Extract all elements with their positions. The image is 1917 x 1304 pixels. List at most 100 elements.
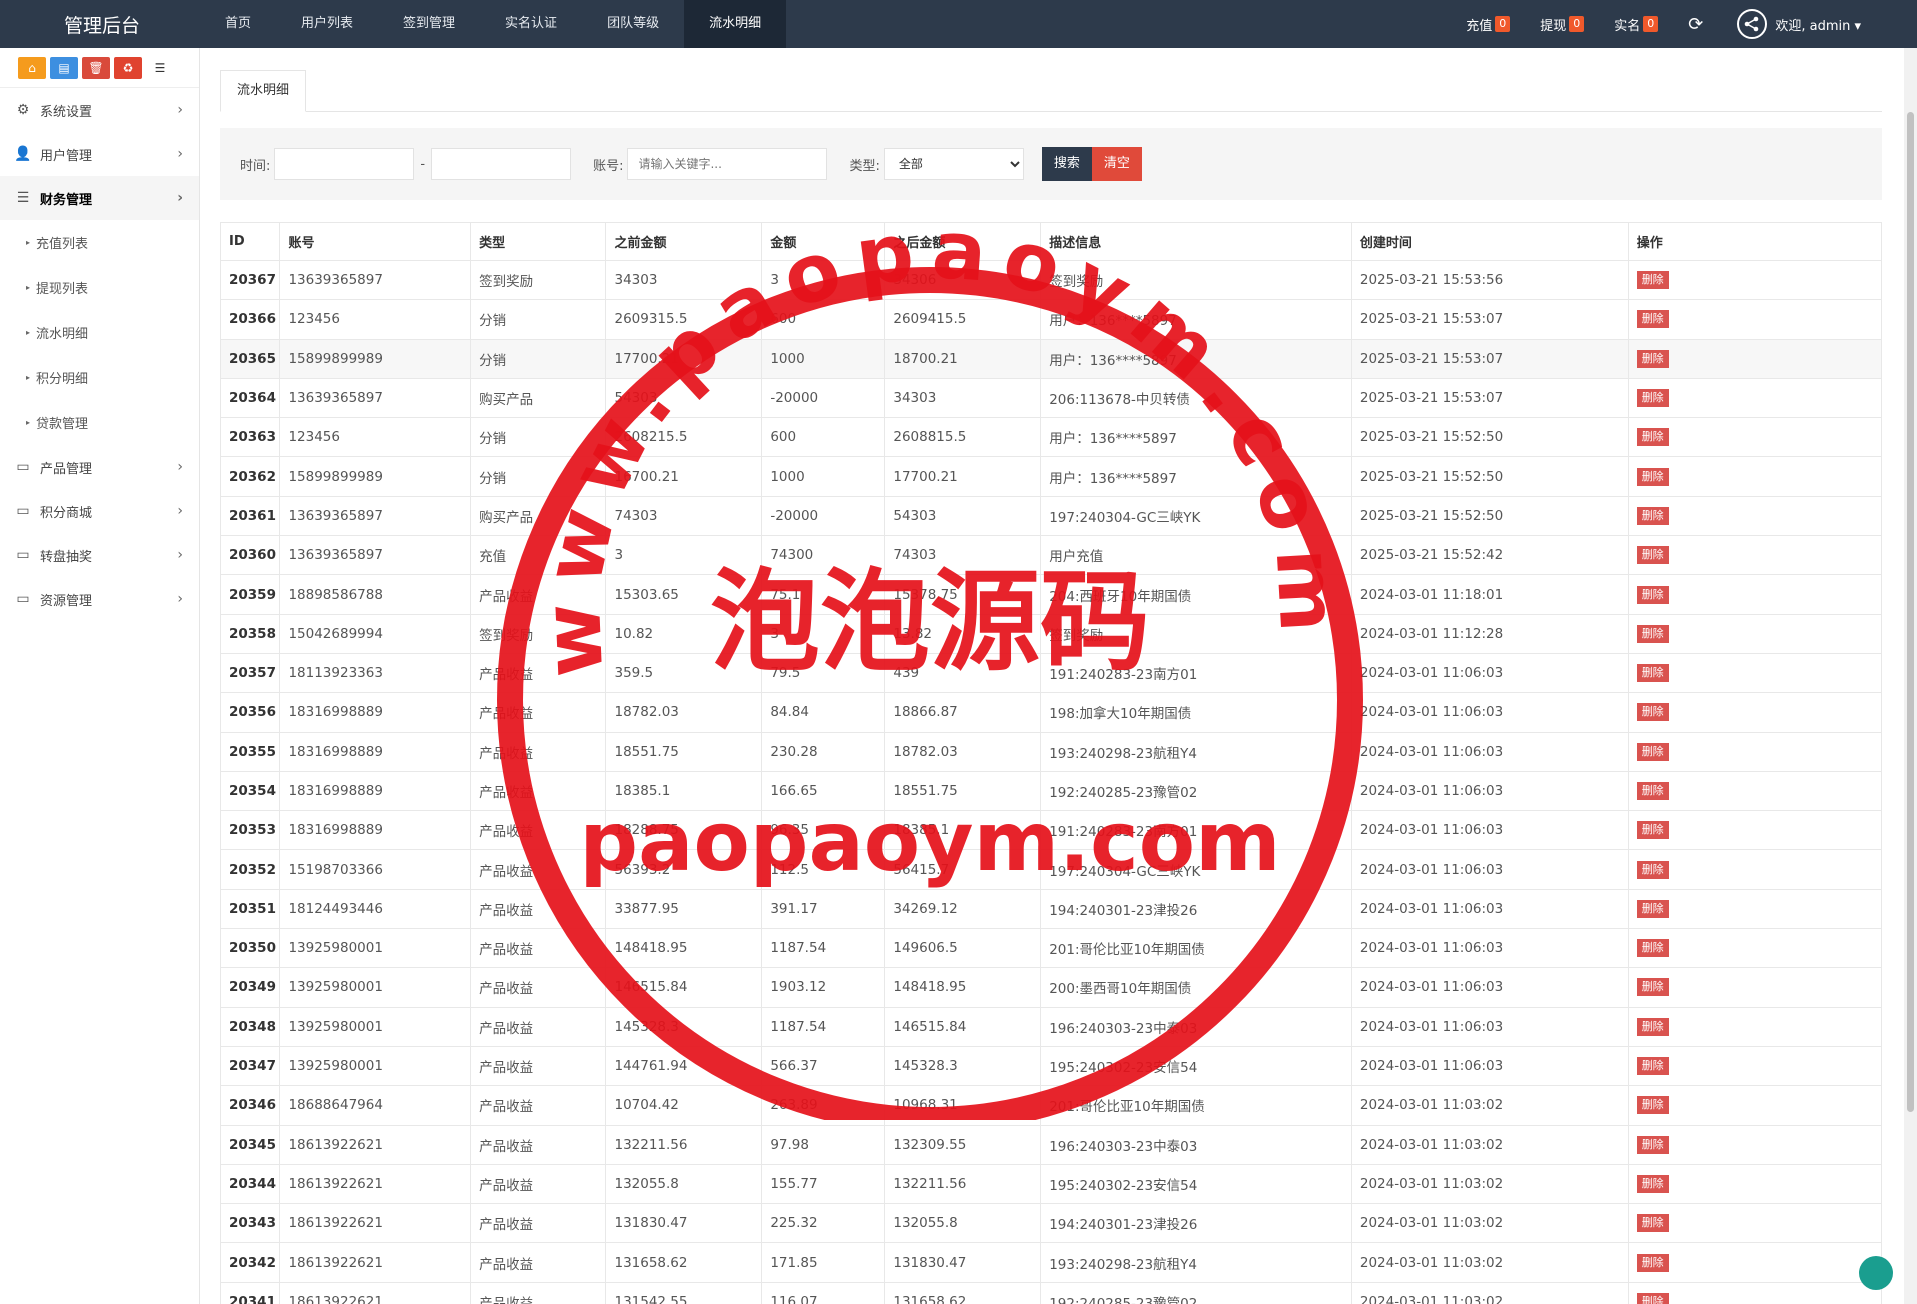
nav-item[interactable]: 流水明细 — [684, 0, 787, 48]
sidebar-subitem[interactable]: ▸ 贷款管理 — [0, 400, 199, 445]
sidebar-item[interactable]: ▭ 积分商城 › — [0, 489, 199, 533]
column-header: 创建时间 — [1350, 222, 1629, 261]
chevron-right-icon: › — [177, 459, 183, 475]
sidebar-subitem[interactable]: ▸ 流水明细 — [0, 310, 199, 355]
sidebar-subitem[interactable]: ▸ 提现列表 — [0, 265, 199, 310]
delete-button[interactable]: 删除 — [1636, 899, 1669, 918]
action-cell: 删除 — [1627, 1006, 1883, 1047]
recharge-label: 充值 — [1466, 18, 1493, 34]
scrollbar[interactable] — [1904, 48, 1917, 1304]
delete-button[interactable]: 删除 — [1636, 1214, 1669, 1233]
nav-item[interactable]: 首页 — [200, 0, 276, 48]
avatar[interactable] — [1737, 9, 1768, 39]
sidebar-item[interactable]: ▭ 资源管理 › — [0, 577, 199, 621]
delete-button[interactable]: 删除 — [1636, 742, 1669, 761]
table-cell: 20346 — [219, 1085, 281, 1126]
clear-button[interactable]: 清空 — [1091, 147, 1142, 181]
start-time-input[interactable] — [274, 148, 415, 180]
table-cell: 产品收益 — [470, 1163, 607, 1205]
delete-button[interactable]: 删除 — [1636, 1135, 1669, 1154]
table-cell: 132309.55 — [884, 1124, 1042, 1165]
delete-button[interactable]: 删除 — [1636, 585, 1669, 604]
delete-button[interactable]: 删除 — [1636, 310, 1669, 329]
delete-button[interactable]: 删除 — [1636, 389, 1669, 408]
sidebar-item[interactable]: ☰ 财务管理 › — [0, 176, 199, 220]
table-row: 20367 13639365897 签到奖励 34303 3 34306 签到奖励 2025-… — [219, 259, 1883, 301]
delete-button[interactable]: 删除 — [1636, 546, 1669, 565]
delete-button[interactable]: 删除 — [1636, 467, 1669, 486]
table-cell: 3 — [761, 259, 886, 301]
sidebar-item[interactable]: ⚙ 系统设置 › — [0, 88, 199, 132]
delete-button[interactable]: 删除 — [1636, 860, 1669, 879]
table-cell: 192:240285-23豫管02 — [1040, 1281, 1352, 1304]
delete-button[interactable]: 删除 — [1636, 506, 1669, 525]
list-icon[interactable]: ☰ — [146, 56, 174, 79]
table-cell: 34303 — [605, 259, 763, 301]
refresh-icon[interactable]: ⟳ — [1688, 14, 1703, 35]
table-row: 20352 15198703366 产品收益 56393.2 112.5 56415.7 1… — [219, 849, 1883, 890]
delete-button[interactable]: 删除 — [1636, 703, 1669, 722]
search-button[interactable]: 搜索 — [1041, 147, 1092, 181]
nav-item[interactable]: 用户列表 — [276, 0, 378, 48]
delete-button[interactable]: 删除 — [1636, 428, 1669, 447]
end-time-input[interactable] — [431, 148, 572, 180]
tab-ledger[interactable]: 流水明细 — [220, 70, 307, 112]
sidebar-item[interactable]: 👤 用户管理 › — [0, 132, 199, 176]
delete-button[interactable]: 删除 — [1636, 271, 1669, 290]
delete-button[interactable]: 删除 — [1636, 782, 1669, 800]
table-header: ID 账号 类型 之前金额 金额 之后金额 描述信息 创建时间 操作 — [219, 222, 1883, 261]
delete-button[interactable]: 删除 — [1636, 1253, 1669, 1272]
account-search-input[interactable] — [627, 148, 828, 180]
table-cell: 18316998889 — [279, 731, 472, 772]
delete-button[interactable]: 删除 — [1636, 1057, 1669, 1076]
table-cell: 34303 — [884, 377, 1042, 419]
delete-button[interactable]: 删除 — [1636, 624, 1669, 643]
table-cell: 1000 — [761, 456, 886, 497]
delete-button[interactable]: 删除 — [1636, 1017, 1669, 1036]
delete-button[interactable]: 删除 — [1636, 939, 1669, 958]
delete-button[interactable]: 删除 — [1636, 664, 1669, 683]
sidebar-subitem[interactable]: ▸ 积分明细 — [0, 355, 199, 400]
table-cell: 2609415.5 — [884, 299, 1042, 340]
chat-fab-button[interactable] — [1859, 1256, 1893, 1290]
nav-item[interactable]: 团队等级 — [582, 0, 684, 48]
table-row: 20357 18113923363 产品收益 359.5 79.5 439 191:2402… — [219, 652, 1883, 694]
table-cell: 123456 — [279, 417, 472, 458]
user-menu[interactable]: 欢迎, admin ▾ — [1775, 15, 1861, 34]
delete-button[interactable]: 删除 — [1636, 1174, 1669, 1193]
table-row: 20362 15899899989 分销 16700.21 1000 17700.21 用户… — [219, 456, 1883, 497]
recycle-icon[interactable]: ♻ — [114, 56, 142, 79]
table-cell: 20352 — [219, 849, 281, 890]
action-cell: 删除 — [1627, 849, 1883, 890]
table-cell: 20342 — [219, 1242, 281, 1283]
withdraw-notice[interactable]: 提现 0 — [1540, 15, 1585, 34]
realname-notice[interactable]: 实名 0 — [1614, 15, 1659, 34]
sidebar-menu: ⚙ 系统设置 › 👤 用户管理 › ☰ 财务管理 › ▸ 充值列表 ▸ 提现列表 ▸ 流水明细 ▸ 积分明细 ▸ 贷… — [0, 88, 199, 621]
delete-button[interactable]: 删除 — [1636, 1292, 1669, 1304]
table-cell: 2025-03-21 15:52:50 — [1350, 495, 1629, 537]
table-cell: 96.35 — [761, 810, 886, 851]
table-cell: -20000 — [761, 377, 886, 419]
scrollbar-thumb[interactable] — [1907, 112, 1914, 1112]
table-cell: 18385.1 — [605, 770, 763, 812]
sidebar-subitem-label: 提现列表 — [36, 282, 89, 297]
sidebar-item-label: 产品管理 — [40, 461, 93, 477]
caret-right-icon: ▸ — [26, 328, 31, 337]
delete-button[interactable]: 删除 — [1636, 978, 1669, 997]
type-select[interactable]: 全部 — [883, 148, 1024, 180]
sidebar-subitem[interactable]: ▸ 充值列表 — [0, 220, 199, 265]
document-icon[interactable]: ▤ — [50, 56, 78, 79]
delete-button[interactable]: 删除 — [1636, 349, 1669, 368]
sidebar-item[interactable]: ▭ 转盘抽奖 › — [0, 533, 199, 577]
sidebar-item[interactable]: ▭ 产品管理 › — [0, 445, 199, 489]
recharge-notice[interactable]: 充值 0 — [1466, 15, 1511, 34]
nav-item[interactable]: 实名认证 — [480, 0, 582, 48]
delete-button[interactable]: 删除 — [1636, 1096, 1669, 1115]
nav-item[interactable]: 签到管理 — [378, 0, 480, 48]
home-icon[interactable]: ⌂ — [18, 56, 46, 79]
trash-icon[interactable]: 🗑 — [82, 56, 110, 79]
delete-button[interactable]: 删除 — [1636, 821, 1669, 840]
column-header: 类型 — [470, 222, 607, 261]
table-cell: 13925980001 — [279, 967, 472, 1008]
action-cell: 删除 — [1627, 652, 1883, 694]
